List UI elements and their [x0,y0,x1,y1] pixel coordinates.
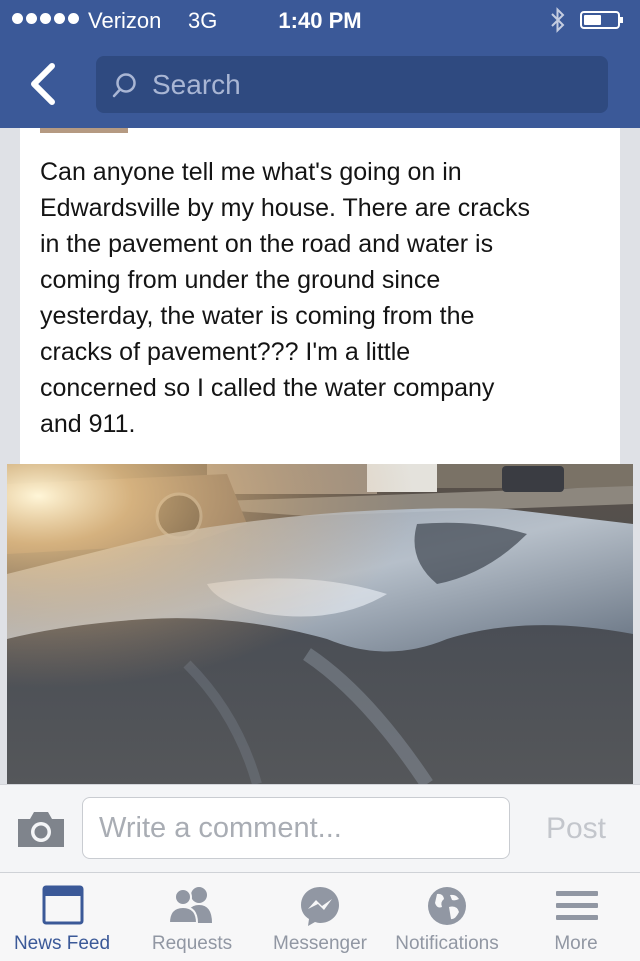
menu-icon [556,891,598,920]
search-box[interactable] [96,56,608,113]
nav-bar [0,40,640,128]
tab-bar: News Feed Requests Messenger Notificatio… [0,872,640,961]
globe-icon [428,887,466,925]
post-photo[interactable] [7,464,633,784]
search-input[interactable] [152,56,592,113]
tab-label: Notifications [395,933,499,954]
search-icon [112,73,136,98]
back-button[interactable] [20,58,68,110]
messenger-icon [301,887,339,926]
tab-label: More [554,933,598,954]
battery-icon [580,11,623,29]
camera-icon[interactable] [14,807,68,851]
tab-messenger[interactable]: Messenger [264,873,376,961]
tab-label: Requests [151,933,233,954]
tab-label: Messenger [273,933,367,954]
post-button[interactable]: Post [524,807,628,851]
bluetooth-icon [551,7,565,33]
header: Verizon 3G 1:40 PM [0,0,640,128]
tab-notifications[interactable]: Notifications [384,873,510,961]
tab-news-feed[interactable]: News Feed [0,873,124,961]
comment-bar: Post [0,784,640,873]
post-text: Can anyone tell me what's going on in Ed… [40,158,531,438]
avatar[interactable] [40,128,128,133]
flooded-street-image [7,464,633,784]
comment-input[interactable] [82,797,510,859]
tab-label: News Feed [13,933,111,954]
news-feed-icon [42,885,84,925]
post-card: Can anyone tell me what's going on in Ed… [20,128,620,464]
friends-icon [167,887,212,924]
status-bar: Verizon 3G 1:40 PM [0,0,640,40]
tab-more[interactable]: More [526,873,626,961]
tab-requests[interactable]: Requests [134,873,250,961]
status-time: 1:40 PM [278,8,362,33]
